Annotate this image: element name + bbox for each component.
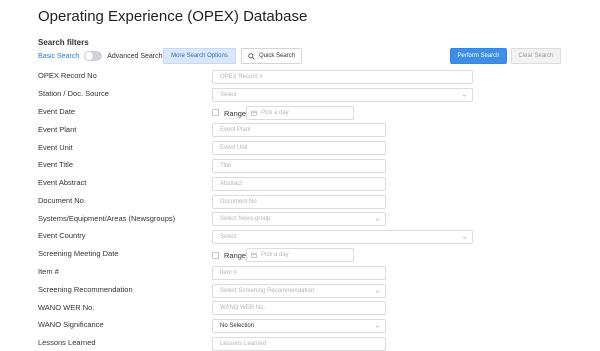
item-no-input[interactable]: Item # bbox=[212, 266, 386, 280]
advanced-search-label[interactable]: Advanced Search bbox=[107, 53, 162, 60]
screening-date-range-label: Range bbox=[224, 251, 247, 260]
event-country-label: Event Country bbox=[38, 231, 86, 240]
calendar-icon bbox=[251, 110, 257, 116]
event-plant-input[interactable]: Event Plant bbox=[212, 123, 386, 137]
systems-newsgroups-label: Systems/Equipment/Areas (Newsgroups) bbox=[38, 214, 176, 223]
station-doc-source-select[interactable]: Select bbox=[212, 88, 473, 102]
chevron-down-icon bbox=[375, 290, 380, 293]
station-select-placeholder: Select bbox=[220, 92, 237, 98]
page-title: Operating Experience (OPEX) Database bbox=[38, 8, 308, 25]
advanced-search-toggle[interactable] bbox=[84, 51, 103, 61]
more-search-options-button[interactable]: More Search Options bbox=[163, 48, 236, 64]
wano-significance-select[interactable]: No Selection bbox=[212, 319, 386, 333]
event-date-range-checkbox[interactable] bbox=[212, 109, 219, 116]
lessons-learned-input[interactable]: Lessons Learned bbox=[212, 337, 386, 351]
systems-select-placeholder: Select News group bbox=[220, 216, 271, 222]
quick-search-button[interactable]: Quick Search bbox=[241, 48, 302, 64]
screening-date-picker[interactable]: Pick a day bbox=[246, 248, 354, 262]
country-select-placeholder: Select bbox=[220, 234, 237, 240]
event-abstract-input[interactable]: Abstract bbox=[212, 177, 386, 191]
screening-recommendation-label: Screening Recommendation bbox=[38, 285, 133, 294]
station-doc-source-label: Station / Doc. Source bbox=[38, 89, 109, 98]
event-date-picker[interactable]: Pick a day bbox=[246, 106, 354, 120]
event-date-range-label: Range bbox=[224, 109, 247, 118]
wano-significance-label: WANO Significance bbox=[38, 320, 104, 329]
event-title-label: Event Title bbox=[38, 160, 74, 169]
item-no-label: Item # bbox=[38, 267, 59, 276]
systems-newsgroups-select[interactable]: Select News group bbox=[212, 212, 386, 226]
lessons-learned-label: Lessons Learned bbox=[38, 338, 96, 347]
search-icon bbox=[248, 52, 255, 60]
opex-record-no-label: OPEX Record No bbox=[38, 71, 97, 80]
document-no-input[interactable]: Document No bbox=[212, 195, 386, 209]
event-date-label: Event Date bbox=[38, 107, 76, 116]
wano-significance-value: No Selection bbox=[220, 323, 255, 329]
screening-rec-placeholder: Select Screening Recommendation bbox=[220, 288, 315, 294]
wano-wer-no-label: WANO WER No. bbox=[38, 303, 95, 312]
chevron-down-icon bbox=[462, 236, 467, 239]
search-mode-toggle-group: Basic Search Advanced Search bbox=[38, 49, 163, 63]
event-abstract-label: Event Abstract bbox=[38, 178, 87, 187]
chevron-down-icon bbox=[375, 325, 380, 328]
event-date-placeholder: Pick a day bbox=[261, 110, 289, 116]
chevron-down-icon bbox=[375, 218, 380, 221]
screening-date-range-checkbox[interactable] bbox=[212, 252, 219, 259]
event-country-select[interactable]: Select bbox=[212, 230, 473, 244]
screening-meeting-date-label: Screening Meeting Date bbox=[38, 249, 119, 258]
screening-recommendation-select[interactable]: Select Screening Recommendation bbox=[212, 284, 386, 298]
quick-search-label: Quick Search bbox=[258, 53, 295, 59]
perform-search-button[interactable]: Perform Search bbox=[450, 48, 507, 64]
clear-search-button[interactable]: Clear Search bbox=[511, 48, 561, 64]
event-unit-label: Event Unit bbox=[38, 143, 73, 152]
chevron-down-icon bbox=[462, 94, 467, 97]
event-unit-input[interactable]: Event Unit bbox=[212, 141, 386, 155]
event-plant-label: Event Plant bbox=[38, 125, 77, 134]
screening-date-placeholder: Pick a day bbox=[261, 252, 289, 258]
calendar-icon bbox=[251, 252, 257, 258]
search-filters-heading: Search filters bbox=[38, 38, 89, 47]
toggle-knob bbox=[85, 52, 94, 60]
opex-record-no-input[interactable]: OPEX Record # bbox=[212, 70, 473, 84]
wano-wer-no-input[interactable]: WANO WER No. bbox=[212, 301, 386, 315]
event-title-input[interactable]: Title bbox=[212, 159, 386, 173]
basic-search-label[interactable]: Basic Search bbox=[38, 53, 79, 60]
document-no-label: Document No. bbox=[38, 196, 86, 205]
